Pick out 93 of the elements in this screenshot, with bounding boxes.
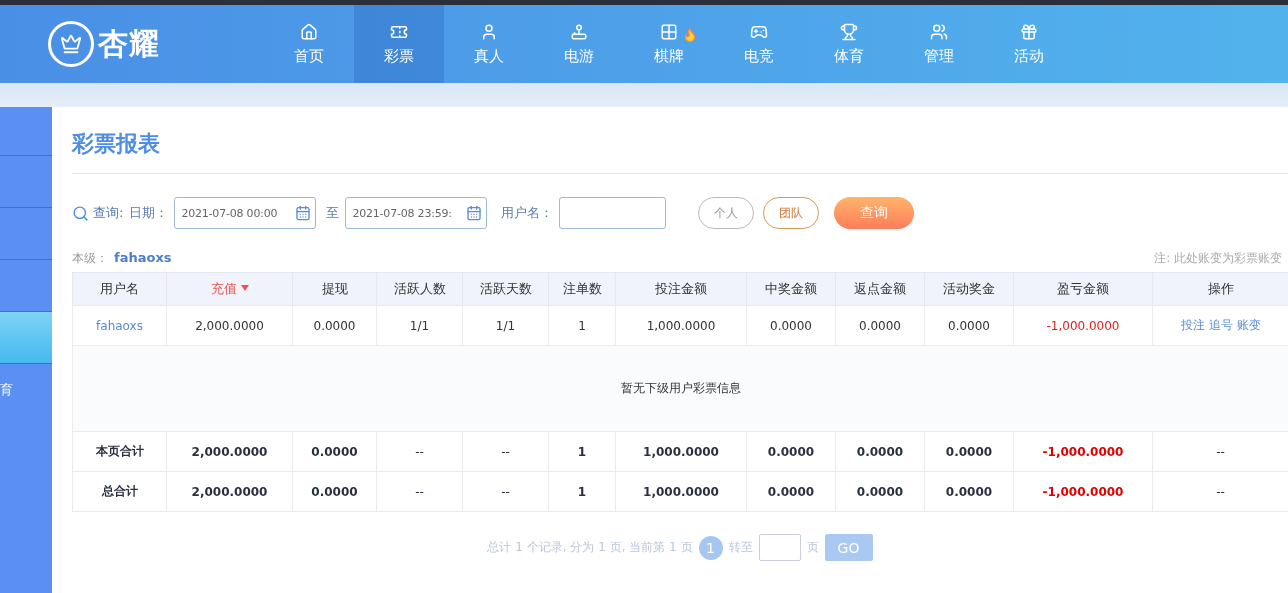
username-field[interactable] <box>559 197 667 229</box>
username-label: 用户名： <box>501 204 554 222</box>
joystick-icon <box>570 22 588 41</box>
table-cell: -- <box>376 471 463 512</box>
table-cell: 0.0000 <box>746 471 836 512</box>
nav-item[interactable]: 首页 <box>264 5 354 83</box>
sidebar-item[interactable] <box>0 311 52 363</box>
action-link[interactable]: 投注 <box>1180 318 1205 332</box>
date-label: 日期： <box>129 204 169 222</box>
table-cell: 1,000.0000 <box>615 431 747 472</box>
table-cell: 0.0000 <box>924 471 1014 512</box>
scope-button[interactable]: 个人 <box>698 197 755 229</box>
table-cell: 0.0000 <box>835 471 925 512</box>
table-cell: 0.0000 <box>746 431 836 472</box>
nav-item[interactable]: 棋牌 <box>624 5 714 83</box>
goto-label: 转至 <box>728 539 753 556</box>
table-cell: 2,000.0000 <box>166 471 293 512</box>
home-icon <box>300 22 318 41</box>
page-input[interactable] <box>758 534 801 561</box>
table-cell: 0.0000 <box>924 305 1014 346</box>
search-icon <box>72 204 89 222</box>
table-cell: 0.0000 <box>835 305 925 346</box>
table-cell: -1,000.0000 <box>1013 431 1153 472</box>
nav-item[interactable]: 体育 <box>804 5 894 83</box>
table-cell: 1 <box>548 471 616 512</box>
nav-item[interactable]: 管理 <box>894 5 984 83</box>
action-link[interactable]: 账变 <box>1236 318 1261 332</box>
column-header[interactable]: 充值 <box>166 272 293 306</box>
level-user: fahaoxs <box>114 249 172 265</box>
column-header: 返点金额 <box>835 272 925 306</box>
nav-item[interactable]: 电游 <box>534 5 624 83</box>
column-header: 投注金额 <box>615 272 747 306</box>
page-unit: 页 <box>806 539 819 556</box>
table-cell: 0.0000 <box>292 471 377 512</box>
sidebar-item[interactable]: 育 <box>0 363 52 415</box>
pagination-summary: 总计 1 个记录, 分为 1 页, 当前第 1 页 <box>487 539 693 556</box>
nav-item[interactable]: 电竞 <box>714 5 804 83</box>
nav-item[interactable]: 活动 <box>984 5 1074 83</box>
query-label: 查询: <box>93 204 124 222</box>
column-header: 活跃人数 <box>376 272 463 306</box>
table-cell: 0.0000 <box>924 431 1014 472</box>
table-cell: 1/1 <box>462 305 549 346</box>
column-header: 活动奖金 <box>924 272 1014 306</box>
logo-text: 杏耀 <box>98 24 160 63</box>
table-cell: 1,000.0000 <box>615 471 747 512</box>
table-cell: -- <box>462 471 549 512</box>
table-cell: -1,000.0000 <box>1013 305 1153 346</box>
table-cell: 1 <box>548 431 616 472</box>
tile-icon <box>660 22 678 41</box>
column-header: 操作 <box>1152 272 1288 306</box>
table-cell: 2,000.0000 <box>166 305 293 346</box>
nav-item[interactable]: 真人 <box>444 5 534 83</box>
page-number[interactable]: 1 <box>698 535 723 560</box>
date-field[interactable]: 2021-07-08 23:59: <box>345 197 488 229</box>
table-cell: -- <box>376 431 463 472</box>
users-icon <box>930 22 948 41</box>
scope-button[interactable]: 团队 <box>763 197 820 229</box>
sort-desc-icon <box>240 285 249 291</box>
table-cell: 0.0000 <box>292 305 377 346</box>
table-cell: 0.0000 <box>292 431 377 472</box>
column-header: 盈亏金额 <box>1013 272 1153 306</box>
total-label: 总合计 <box>72 471 167 512</box>
action-link[interactable]: 追号 <box>1208 318 1233 332</box>
nav-item[interactable]: 彩票 <box>354 5 444 83</box>
go-button[interactable]: GO <box>824 534 873 561</box>
total-label: 本页合计 <box>72 431 167 472</box>
table-cell: 1 <box>548 305 616 346</box>
table-cell: 0.0000 <box>746 305 836 346</box>
note-text: 注: 此处账变为彩票账变 <box>1154 249 1282 267</box>
calendar-icon[interactable] <box>466 205 483 221</box>
level-label: 本级： <box>72 250 108 265</box>
to-label: 至 <box>326 204 340 222</box>
page-title: 彩票报表 <box>72 127 1288 174</box>
table-cell: 2,000.0000 <box>166 431 293 472</box>
empty-message: 暂无下级用户彩票信息 <box>72 345 1288 432</box>
column-header: 中奖金额 <box>746 272 836 306</box>
query-button[interactable]: 查询 <box>834 197 915 229</box>
table-cell: -1,000.0000 <box>1013 471 1153 512</box>
column-header: 注单数 <box>548 272 616 306</box>
table-cell: -- <box>462 431 549 472</box>
calendar-icon[interactable] <box>295 205 312 221</box>
table-cell: 1/1 <box>376 305 463 346</box>
person-icon <box>480 22 498 41</box>
gift-icon <box>1020 22 1038 41</box>
logo-icon <box>48 21 94 67</box>
trophy-icon <box>840 22 858 41</box>
column-header: 提现 <box>292 272 377 306</box>
table-cell: 0.0000 <box>835 431 925 472</box>
table-cell: 1,000.0000 <box>615 305 747 346</box>
username-link[interactable]: fahaoxs <box>72 305 167 346</box>
column-header: 用户名 <box>72 272 167 306</box>
date-field[interactable]: 2021-07-08 00:00 <box>174 197 317 229</box>
column-header: 活跃天数 <box>462 272 549 306</box>
